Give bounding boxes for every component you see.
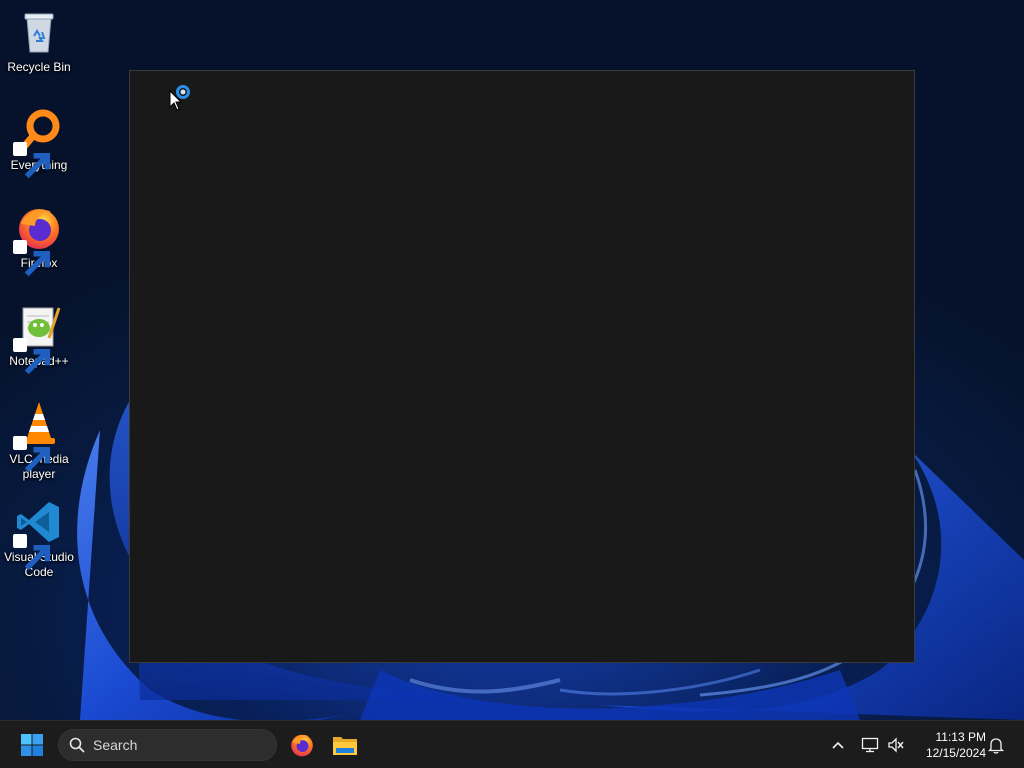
search-placeholder: Search: [93, 737, 138, 753]
firefox-icon: [291, 734, 313, 757]
busy-cursor-icon: [169, 85, 190, 111]
desktop-icon-vscode[interactable]: Visual Studio Code: [2, 498, 76, 580]
vscode-icon: [13, 498, 63, 571]
shortcut-arrow-icon: [13, 534, 51, 571]
firefox-icon: [13, 204, 63, 277]
notifications-button[interactable]: [984, 725, 1008, 765]
show-hidden-icons-button[interactable]: [826, 725, 850, 765]
start-button[interactable]: [12, 725, 52, 765]
network-status-button[interactable]: [858, 725, 882, 765]
loading-app-window[interactable]: [129, 70, 915, 663]
shortcut-arrow-icon: [13, 142, 51, 179]
taskbar-firefox-button[interactable]: [282, 725, 322, 765]
volume-button[interactable]: [884, 725, 908, 765]
chevron-up-icon: [832, 741, 844, 749]
windows-logo-icon: [21, 734, 43, 756]
recycle-bin-icon: [15, 8, 63, 56]
desktop-icon-label: Recycle Bin: [7, 60, 71, 74]
folder-icon: [333, 737, 357, 755]
vlc-cone-icon: [13, 400, 63, 473]
notepad-plus-plus-icon: [13, 302, 63, 375]
desktop-icon-vlc[interactable]: VLC media player: [2, 400, 76, 482]
taskbar: Search 11:13 PM 12/15/2024: [0, 720, 1024, 768]
bell-icon: [988, 738, 1004, 754]
taskbar-search-box[interactable]: Search: [58, 729, 277, 761]
taskbar-file-explorer-button[interactable]: [325, 725, 365, 765]
shortcut-arrow-icon: [13, 240, 51, 277]
clock-time: 11:13 PM: [935, 730, 986, 744]
network-icon: [861, 737, 879, 753]
desktop: Recycle Bin Everything Firefox Notepad++…: [0, 0, 1024, 720]
shortcut-arrow-icon: [13, 338, 51, 375]
desktop-icon-firefox[interactable]: Firefox: [2, 204, 76, 277]
everything-search-icon: [13, 106, 63, 179]
shortcut-arrow-icon: [13, 436, 51, 473]
desktop-icon-notepad-plus-plus[interactable]: Notepad++: [2, 302, 76, 375]
desktop-icon-everything[interactable]: Everything: [2, 106, 76, 179]
desktop-icon-recycle-bin[interactable]: Recycle Bin: [2, 8, 76, 75]
taskbar-clock[interactable]: 11:13 PM 12/15/2024: [914, 729, 986, 761]
volume-muted-icon: [888, 737, 904, 753]
clock-date: 12/15/2024: [925, 746, 986, 760]
search-icon: [69, 737, 85, 753]
